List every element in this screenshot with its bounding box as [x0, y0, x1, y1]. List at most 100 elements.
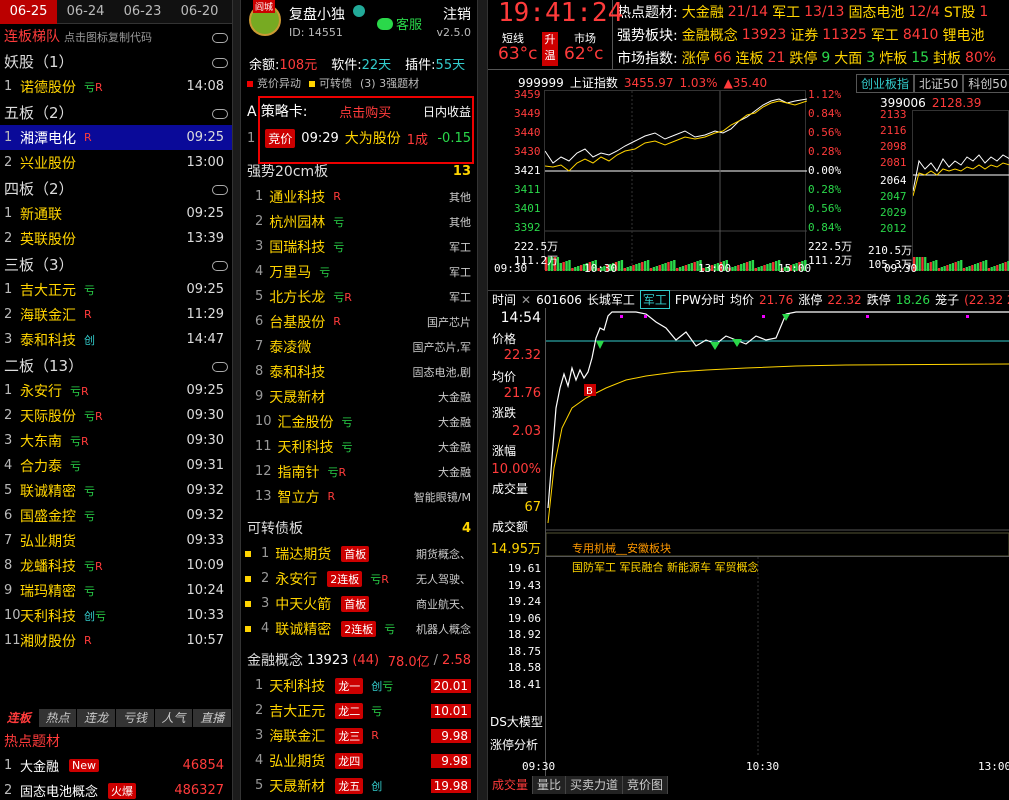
option-bond[interactable]: 可转债 [309, 75, 352, 91]
stock-row[interactable]: 11 湘财股份 R 10:57 [0, 628, 232, 653]
stock-row[interactable]: 13 智立方 R 智能眼镜/M [241, 484, 477, 509]
logout-button[interactable]: 注销 [443, 4, 471, 24]
date-tab[interactable]: 06-20 [171, 0, 228, 24]
stock-row[interactable]: 5 北方长龙 亏R 军工 [241, 284, 477, 309]
stock-row[interactable]: 5 联诚精密亏 09:32 [0, 478, 232, 503]
stock-row[interactable]: 4 弘业期货 龙四 9.98 [241, 748, 477, 773]
tab-3[interactable]: 亏钱 [116, 709, 155, 727]
stock-row[interactable]: 2 兴业股份 13:00 [0, 150, 232, 175]
splitter[interactable] [477, 0, 488, 800]
stock-row[interactable]: 3 大东南 亏R 09:30 [0, 428, 232, 453]
limit-time: 13:39 [186, 231, 224, 246]
ds-model-button[interactable]: DS大模型 [490, 713, 543, 730]
tab-chinext[interactable]: 创业板指 [856, 74, 915, 93]
stock-row[interactable]: 1 天利科技 龙一 创亏 20.01 [241, 673, 477, 698]
concept: 大金融 [438, 465, 471, 479]
option-theme[interactable]: (3) 3强题材 [360, 75, 419, 91]
stock-row[interactable]: 7 弘业期货 09:33 [0, 528, 232, 553]
stock-row[interactable]: 4 万里马亏 军工 [241, 259, 477, 284]
stock-row[interactable]: 9 天晟新材 大金融 [241, 384, 477, 409]
stock-intraday-chart[interactable]: B [545, 308, 1009, 557]
stock-row[interactable]: 2 吉大正元 龙二亏 10.01 [241, 698, 477, 723]
tab-1[interactable]: 热点 [39, 709, 78, 727]
tab-bse50[interactable]: 北证50 [914, 74, 964, 93]
stock-row[interactable]: 11 天利科技亏 大金融 [241, 434, 477, 459]
stock-row[interactable]: 3 中天火箭 首板 商业航天、 [241, 591, 477, 616]
stock-row[interactable]: 1 通业科技 R 其他 [241, 184, 477, 209]
stock-row[interactable]: 1 湘潭电化 R 09:25 [0, 125, 232, 150]
stock-row[interactable]: 6 国盛金控亏 09:32 [0, 503, 232, 528]
stock-info-col: 14:54 价格 22.32 均价 21.76 涨跌 2.03 涨幅 10.00… [488, 308, 546, 557]
stock-row[interactable]: 9 瑞玛精密亏 10:24 [0, 578, 232, 603]
volume-bar [655, 266, 659, 271]
tab-3[interactable]: 竞价图 [623, 776, 669, 794]
stock-row[interactable]: 1 新通联 09:25 [0, 201, 232, 226]
cloud-icon[interactable] [210, 106, 228, 119]
market-item: 热点题材: [617, 4, 678, 21]
stock-row[interactable]: 3 国瑞科技亏 军工 [241, 234, 477, 259]
cloud-icon[interactable] [210, 359, 228, 372]
stock-row[interactable]: 1 永安行 亏R 09:25 [0, 378, 232, 403]
stock-row[interactable]: 2 杭州园林亏 其他 [241, 209, 477, 234]
hot-topic-row[interactable]: 2 固态电池概念 火爆 486327 [0, 778, 232, 800]
stock-row[interactable]: 1 瑞达期货 首板 期货概念、 [241, 541, 477, 566]
tag-badge: 亏R [333, 290, 352, 304]
stock-row[interactable]: 5 天晟新材 龙五创 19.98 [241, 773, 477, 798]
stock-row[interactable]: 2 天际股份 亏R 09:30 [0, 403, 232, 428]
stock-row[interactable]: 2 永安行 2连板 亏R 无人驾驶、 [241, 566, 477, 591]
sector-tag[interactable]: 军工 [639, 290, 670, 309]
axis-tick: 0.84% [808, 107, 842, 120]
date-tab[interactable]: 06-23 [114, 0, 171, 24]
stock-row[interactable]: 2 英联股份 13:39 [0, 226, 232, 251]
stock-row[interactable]: 12 指南针 亏R 大金融 [241, 459, 477, 484]
date-tab[interactable]: 06-25 [0, 0, 57, 24]
board-badge: 龙一 [335, 677, 364, 694]
index-chart[interactable] [544, 90, 808, 271]
stock-row[interactable]: 3 海联金汇 龙三 R 9.98 [241, 723, 477, 748]
stock-row[interactable]: 8 龙蟠科技 亏R 10:09 [0, 553, 232, 578]
section-header: 五板（2） [0, 99, 232, 125]
tab-0[interactable]: 成交量 [488, 776, 534, 794]
stock-name: 新通联 [20, 206, 62, 223]
stock-row[interactable]: 4 合力泰亏 09:31 [0, 453, 232, 478]
axis-tick: 3449 [514, 107, 541, 120]
stock-row[interactable]: 7 泰凌微 国产芯片,军 [241, 334, 477, 359]
tab-star50[interactable]: 科创50 [963, 74, 1009, 93]
market-item: 21 [767, 49, 786, 66]
stock-row[interactable]: 6 台基股份 R 国产芯片 [241, 309, 477, 334]
splitter[interactable] [232, 0, 241, 800]
stock-name: 联诚精密 [20, 483, 76, 500]
stock-row[interactable]: 2 海联金汇 R 11:29 [0, 302, 232, 327]
convert-list: 1 瑞达期货 首板 期货概念、 2 永安行 2连板 亏R 无人驾驶、 3 中天火箭 首板 商业航天、 4 联… [241, 541, 477, 641]
row-index: 1 [4, 130, 13, 145]
cloud-icon[interactable] [210, 30, 228, 43]
index2-chart[interactable] [912, 110, 1009, 271]
limit-analysis-button[interactable]: 涨停分析 [490, 736, 538, 753]
user-header: 阎城 复盘小独 ID: 14551 客服 注销 v2.5.0 [241, 0, 477, 52]
stock-row[interactable]: 10 汇金股份亏 大金融 [241, 409, 477, 434]
row-index: 5 [4, 483, 13, 498]
stock-row[interactable]: 10 天利科技 创亏 10:33 [0, 603, 232, 628]
cloud-icon[interactable] [210, 182, 228, 195]
hot-topic-row[interactable]: 1 大金融 New 46854 [0, 753, 232, 778]
tab-2[interactable]: 买卖力道 [566, 776, 624, 794]
tab-0[interactable]: 连板 [0, 709, 39, 727]
cloud-icon[interactable] [210, 258, 228, 271]
tab-5[interactable]: 直播 [193, 709, 232, 727]
date-tab[interactable]: 06-24 [57, 0, 114, 24]
stock-row[interactable]: 1 吉大正元亏 09:25 [0, 277, 232, 302]
option-auction[interactable]: 竞价异动 [247, 75, 301, 91]
cloud-icon[interactable] [210, 55, 228, 68]
volume-bar [676, 268, 679, 271]
service-button[interactable]: 客服 [377, 14, 422, 33]
stock-row[interactable]: 4 联诚精密 2连板亏 机器人概念 [241, 616, 477, 641]
tag-badge: R [333, 190, 341, 203]
stock-row[interactable]: 1 诺德股份 亏R 14:08 [0, 74, 232, 99]
close-icon[interactable]: ✕ [521, 293, 531, 307]
stock-row[interactable]: 8 泰和科技 固态电池,剧 [241, 359, 477, 384]
market-item: 3 [866, 49, 876, 66]
tab-2[interactable]: 连龙 [77, 709, 117, 727]
stock-row[interactable]: 3 泰和科技创 14:47 [0, 327, 232, 352]
tab-4[interactable]: 人气 [155, 709, 194, 727]
tab-1[interactable]: 量比 [533, 776, 567, 794]
